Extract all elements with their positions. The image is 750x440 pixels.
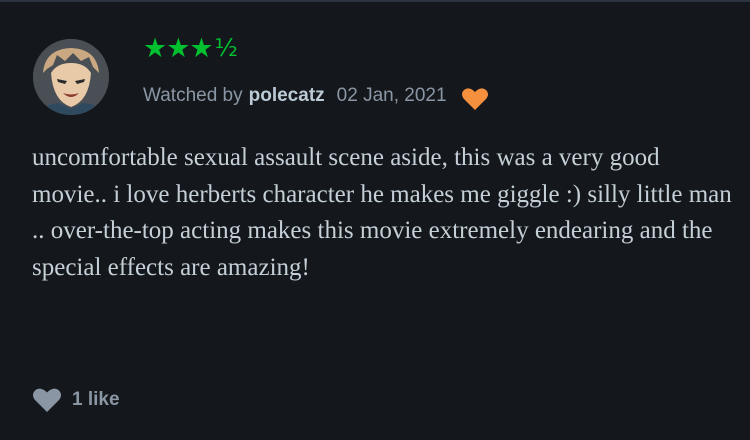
watched-by-label: Watched by	[143, 85, 243, 106]
avatar-icon	[33, 39, 109, 115]
star-rating: ★★★ ½	[143, 32, 238, 64]
heart-icon	[32, 387, 62, 413]
review-date[interactable]: 02 Jan, 2021	[337, 85, 447, 107]
review-body: uncomfortable sexual assault scene aside…	[32, 144, 732, 281]
rating-half-star: ½	[214, 34, 238, 62]
liked-heart-icon	[461, 87, 489, 111]
like-button[interactable]: 1 like	[32, 386, 120, 414]
rating-stars: ★★★	[143, 32, 214, 64]
review-meta: Watched by polecatz 02 Jan, 2021	[143, 82, 489, 110]
review-card: ★★★ ½ Watched by polecatz 02 Jan, 2021 u…	[0, 0, 750, 440]
username-link[interactable]: polecatz	[249, 85, 325, 107]
divider	[0, 0, 750, 2]
avatar[interactable]	[33, 39, 109, 115]
likes-count-label: 1 like	[72, 389, 120, 410]
